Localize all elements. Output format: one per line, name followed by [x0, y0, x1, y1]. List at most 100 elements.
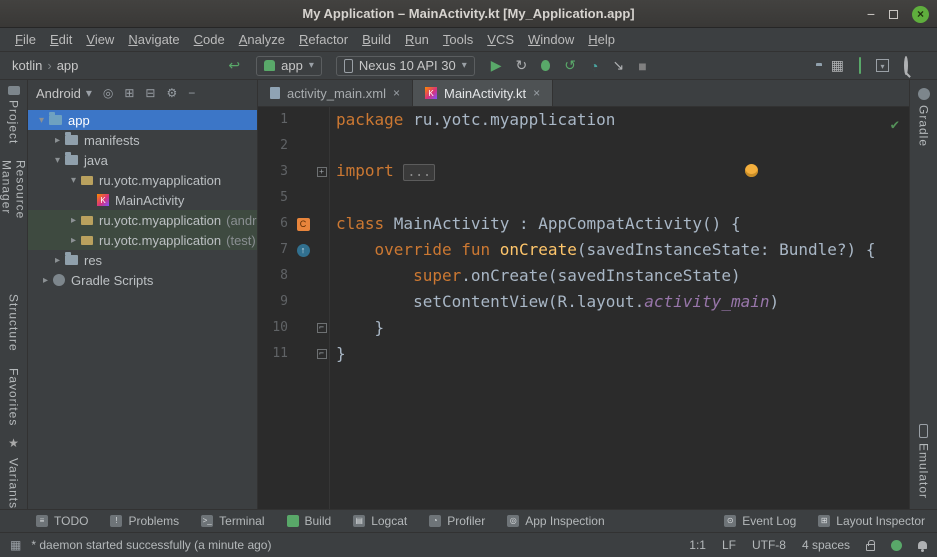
emulator-phone-icon[interactable] [919, 424, 928, 438]
menu-tools[interactable]: Tools [436, 30, 480, 49]
back-arrow-icon[interactable]: ↩ [228, 57, 240, 74]
code-line[interactable]: 9 setContentView(R.layout.activity_main) [258, 289, 909, 315]
close-button[interactable]: × [912, 6, 929, 23]
close-tab-icon[interactable]: × [393, 86, 400, 100]
tree-item-java[interactable]: ▾ java [28, 150, 257, 170]
sdk-manager-button[interactable]: ▾ [876, 59, 889, 72]
status-message[interactable]: * daemon started successfully (a minute … [31, 538, 271, 552]
menu-analyze[interactable]: Analyze [232, 30, 292, 49]
apply-code-changes-button[interactable]: ↺ [564, 57, 576, 74]
readonly-lock-icon[interactable] [866, 544, 875, 551]
menu-view[interactable]: View [79, 30, 121, 49]
code-line[interactable]: 2 [258, 133, 909, 159]
intention-bulb-icon[interactable] [745, 164, 758, 177]
project-view-select[interactable]: Android ▾ [36, 86, 92, 101]
tool-button-structure[interactable]: Structure [7, 294, 21, 352]
locate-file-icon[interactable]: ◎ [103, 86, 113, 100]
indent-indicator[interactable]: 4 spaces [802, 538, 850, 552]
tool-button-resource-manager[interactable]: Resource Manager [0, 160, 28, 249]
caret-position[interactable]: 1:1 [689, 538, 706, 552]
tool-button-variants[interactable]: Variants [7, 458, 21, 509]
menu-build[interactable]: Build [355, 30, 398, 49]
tool-button-terminal[interactable]: >_ Terminal [201, 514, 264, 528]
chevron-right-icon[interactable]: ▸ [66, 235, 81, 246]
tool-button-build[interactable]: Build [287, 514, 332, 528]
tool-button-todo[interactable]: ≡ TODO [36, 514, 88, 528]
avd-manager-button[interactable] [859, 58, 861, 73]
chevron-right-icon[interactable]: ▸ [50, 135, 65, 146]
code-line[interactable]: 1 package ru.yotc.myapplication [258, 107, 909, 133]
settings-gear-icon[interactable]: ⚙ [166, 86, 177, 100]
code-line[interactable]: 6 C class MainActivity : AppCompatActivi… [258, 211, 909, 237]
menu-help[interactable]: Help [581, 30, 622, 49]
fold-expand-icon[interactable]: + [317, 167, 327, 177]
layout-validation-button[interactable]: ▦ [831, 57, 844, 74]
device-select[interactable]: Nexus 10 API 30 ▾ [336, 56, 475, 76]
tool-button-emulator[interactable]: Emulator [917, 443, 931, 499]
chevron-right-icon[interactable]: ▸ [50, 255, 65, 266]
expand-all-icon[interactable]: ⊞ [124, 86, 134, 100]
tree-item-package-test[interactable]: ▸ ru.yotc.myapplication (test) [28, 230, 257, 250]
tree-item-package[interactable]: ▾ ru.yotc.myapplication [28, 170, 257, 190]
profiler-button[interactable]: ◔ [590, 58, 598, 74]
tree-item-gradle-scripts[interactable]: ▸ Gradle Scripts [28, 270, 257, 290]
close-tab-icon[interactable]: × [533, 86, 540, 100]
tool-button-project[interactable]: Project [7, 100, 21, 144]
menu-run[interactable]: Run [398, 30, 436, 49]
stop-button[interactable]: ■ [638, 58, 646, 74]
code-line[interactable]: 7 ↑ override fun onCreate(savedInstanceS… [258, 237, 909, 263]
attach-debugger-button[interactable]: ↘ [612, 57, 624, 74]
override-gutter-icon[interactable]: ↑ [297, 244, 310, 257]
chevron-down-icon[interactable]: ▾ [34, 115, 49, 126]
tool-button-layout-inspector[interactable]: ⊞ Layout Inspector [818, 514, 925, 528]
search-everywhere-button[interactable] [904, 58, 908, 73]
fold-end-icon[interactable]: ⌐ [317, 349, 327, 359]
tool-button-logcat[interactable]: ▤ Logcat [353, 514, 407, 528]
editor-empty-space[interactable] [258, 367, 909, 509]
code-editor[interactable]: 1 package ru.yotc.myapplication 2 3 + im… [258, 107, 909, 509]
folded-region[interactable]: ... [403, 164, 434, 181]
menu-window[interactable]: Window [521, 30, 581, 49]
chevron-right-icon[interactable]: ▸ [38, 275, 53, 286]
menu-edit[interactable]: Edit [43, 30, 79, 49]
menu-vcs[interactable]: VCS [480, 30, 521, 49]
tab-activity-main-xml[interactable]: activity_main.xml × [258, 80, 413, 106]
code-line[interactable]: 3 + import ... [258, 159, 909, 185]
gradle-elephant-icon[interactable] [918, 88, 930, 100]
menu-refactor[interactable]: Refactor [292, 30, 355, 49]
highlight-level-icon[interactable] [891, 540, 902, 551]
encoding-indicator[interactable]: UTF-8 [752, 538, 786, 552]
menu-file[interactable]: File [8, 30, 43, 49]
star-icon[interactable]: ★ [8, 436, 19, 450]
tab-mainactivity-kt[interactable]: K MainActivity.kt × [413, 80, 553, 106]
tree-item-mainactivity[interactable]: K MainActivity [28, 190, 257, 210]
project-tool-icon[interactable] [8, 86, 20, 95]
tool-button-profiler[interactable]: ◔ Profiler [429, 514, 485, 528]
tool-button-gradle[interactable]: Gradle [917, 105, 931, 147]
tool-window-switcher-icon[interactable]: ▦ [10, 538, 21, 552]
run-configuration-select[interactable]: app ▾ [256, 56, 322, 76]
chevron-down-icon[interactable]: ▾ [66, 175, 81, 186]
tree-item-res[interactable]: ▸ res [28, 250, 257, 270]
tool-button-event-log[interactable]: ⊙ Event Log [724, 514, 796, 528]
code-line[interactable]: 8 super.onCreate(savedInstanceState) [258, 263, 909, 289]
collapse-all-icon[interactable]: ⊟ [145, 86, 155, 100]
inspections-ok-icon[interactable]: ✔ [891, 112, 899, 138]
apply-changes-button[interactable]: ↻ [516, 57, 528, 74]
breadcrumb-module[interactable]: app [57, 58, 79, 73]
hide-panel-icon[interactable]: − [188, 86, 195, 100]
tool-button-favorites[interactable]: Favorites [7, 368, 21, 426]
tree-item-manifests[interactable]: ▸ manifests [28, 130, 257, 150]
chevron-right-icon[interactable]: ▸ [66, 215, 81, 226]
run-button[interactable]: ▶ [491, 57, 502, 74]
menu-code[interactable]: Code [187, 30, 232, 49]
code-line[interactable]: 10 ⌐ } [258, 315, 909, 341]
class-gutter-icon[interactable]: C [297, 218, 310, 231]
tool-button-app-inspection[interactable]: ◎ App Inspection [507, 514, 604, 528]
chevron-down-icon[interactable]: ▾ [50, 155, 65, 166]
maximize-button[interactable] [889, 10, 898, 19]
minimize-button[interactable]: − [867, 7, 875, 21]
tool-button-problems[interactable]: ! Problems [110, 514, 179, 528]
menu-navigate[interactable]: Navigate [121, 30, 186, 49]
code-line[interactable]: 5 [258, 185, 909, 211]
